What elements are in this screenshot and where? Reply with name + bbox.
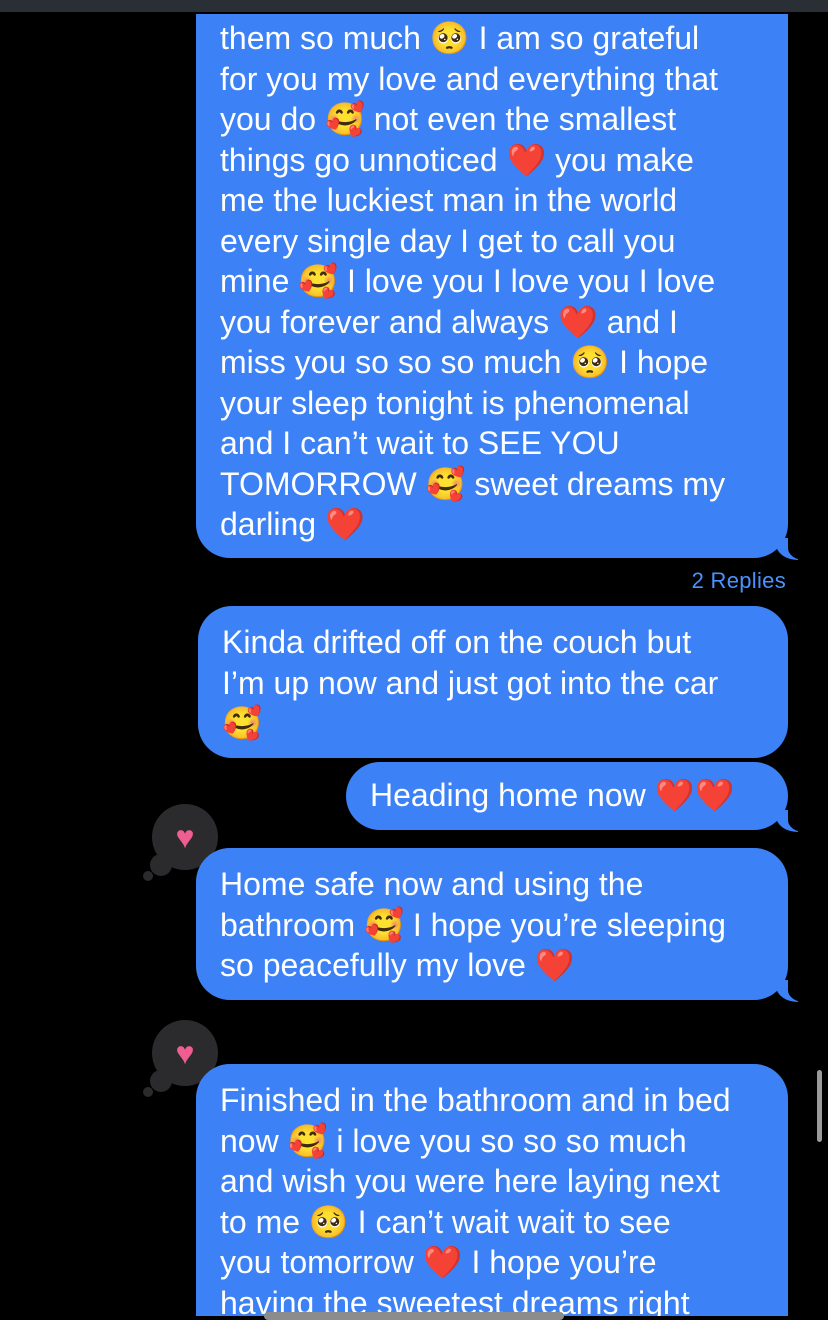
message-line: you tomorrow ❤️ I hope you’re: [220, 1244, 657, 1280]
status-strip: [0, 0, 828, 12]
message-line: and wish you were here laying next: [220, 1163, 720, 1199]
bubble-tail: [776, 536, 804, 560]
sent-message-2[interactable]: Kinda drifted off on the couch but I’m u…: [198, 606, 788, 758]
sent-message-1[interactable]: them so much 🥺 I am so grateful for you …: [196, 14, 804, 560]
message-line: mine 🥰 I love you I love you I love: [220, 263, 716, 299]
message-line: Finished in the bathroom and in bed: [220, 1082, 731, 1118]
message-line: Kinda drifted off on the couch but: [222, 624, 692, 660]
message-line: having the sweetest dreams right: [220, 1284, 690, 1317]
message-line: darling ❤️: [220, 506, 365, 542]
sent-message-4[interactable]: Home safe now and using the bathroom 🥰 I…: [196, 848, 804, 1002]
message-line: your sleep tonight is phenomenal: [220, 384, 690, 421]
scrollbar[interactable]: [817, 1070, 822, 1142]
message-line: me the luckiest man in the world: [220, 182, 678, 218]
bubble-tail: [776, 808, 804, 832]
heart-icon: ♥: [175, 819, 195, 855]
reaction-bubble-dot: [150, 854, 172, 876]
reaction-bubble-dot: [143, 871, 153, 881]
message-line: to me 🥺 I can’t wait wait to see: [220, 1203, 671, 1240]
reaction-bubble-dot: [150, 1070, 172, 1092]
reaction-bubble-dot: [143, 1087, 153, 1097]
message-line: you do 🥰 not even the smallest: [220, 101, 677, 137]
message-line: for you my love and everything that: [220, 60, 719, 97]
message-line: and I can’t wait to SEE YOU: [220, 425, 620, 461]
message-line: bathroom 🥰 I hope you’re sleeping: [220, 906, 726, 943]
message-line: them so much 🥺 I am so grateful: [220, 20, 700, 56]
message-line: miss you so so so much 🥺 I hope: [220, 344, 709, 380]
thread-replies-link[interactable]: 2 Replies: [692, 568, 786, 594]
message-line: so peacefully my love ❤️: [220, 947, 575, 983]
message-line: TOMORROW 🥰 sweet dreams my: [220, 465, 726, 502]
message-line: things go unnoticed ❤️ you make: [220, 141, 694, 178]
message-line: now 🥰 i love you so so so much: [220, 1122, 687, 1159]
home-indicator[interactable]: [264, 1312, 564, 1320]
heart-icon: ♥: [175, 1035, 195, 1071]
bubble-tail: [776, 978, 804, 1002]
message-line: every single day I get to call you: [220, 222, 676, 259]
sent-message-5[interactable]: Finished in the bathroom and in bed now …: [196, 1064, 788, 1316]
message-line: Heading home now ❤️❤️: [370, 777, 735, 813]
message-line: you forever and always ❤️ and I: [220, 303, 678, 340]
message-line: 🥰: [222, 705, 262, 741]
sent-message-3[interactable]: Heading home now ❤️❤️: [346, 762, 804, 832]
message-line: I’m up now and just got into the car: [222, 664, 719, 701]
message-line: Home safe now and using the: [220, 866, 644, 902]
